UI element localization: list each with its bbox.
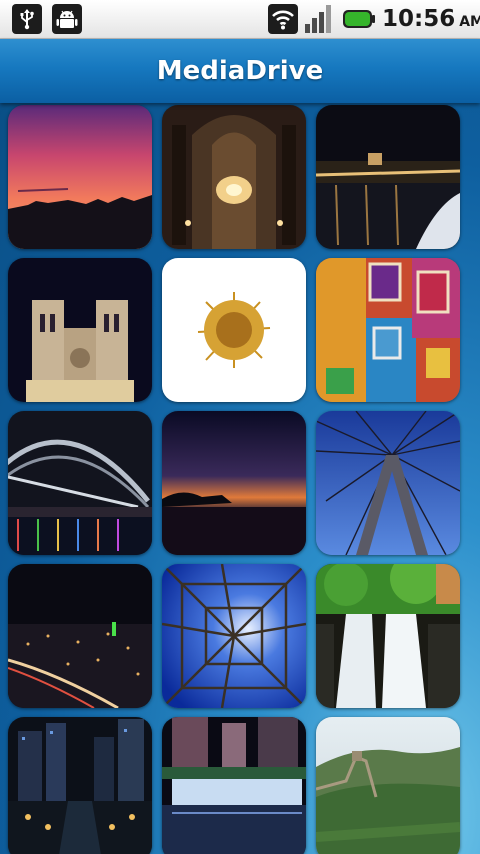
status-clock: 10:56 AM [382,4,480,34]
thumbnail-grid [8,105,460,854]
thumbnail-harbour-bridge-night[interactable] [8,411,152,555]
thumbnail-dusk-lake[interactable] [162,411,306,555]
thumbnail-cable-bridge-pylon[interactable] [316,411,460,555]
usb-icon [12,4,42,34]
thumbnail-tower-from-below[interactable] [162,564,306,708]
screen: 10:56 AM MediaDrive [0,0,480,854]
thumbnail-notre-dame-night[interactable] [8,258,152,402]
thumbnail-fountain-night[interactable] [162,717,306,854]
android-debug-icon [52,4,82,34]
thumbnail-waterfall-greenery[interactable] [316,564,460,708]
thumbnail-colorful-wall-windows[interactable] [316,258,460,402]
thumbnail-great-wall[interactable] [316,717,460,854]
thumbnail-cathedral-interior[interactable] [162,105,306,249]
gallery-background [0,103,480,854]
wifi-icon [268,4,298,34]
battery-icon [342,4,376,34]
thumbnail-city-night-traffic[interactable] [8,564,152,708]
thumbnail-sunset-silhouette[interactable] [8,105,152,249]
clock-ampm: AM [459,14,480,30]
status-bar: 10:56 AM [0,0,480,39]
thumbnail-city-canal-night[interactable] [8,717,152,854]
thumbnail-golden-flower[interactable] [162,258,306,402]
app-title-bar: MediaDrive [0,39,480,103]
app-title: MediaDrive [156,56,324,86]
signal-icon [304,4,336,34]
clock-time: 10:56 [382,6,456,32]
thumbnail-river-night-city[interactable] [316,105,460,249]
